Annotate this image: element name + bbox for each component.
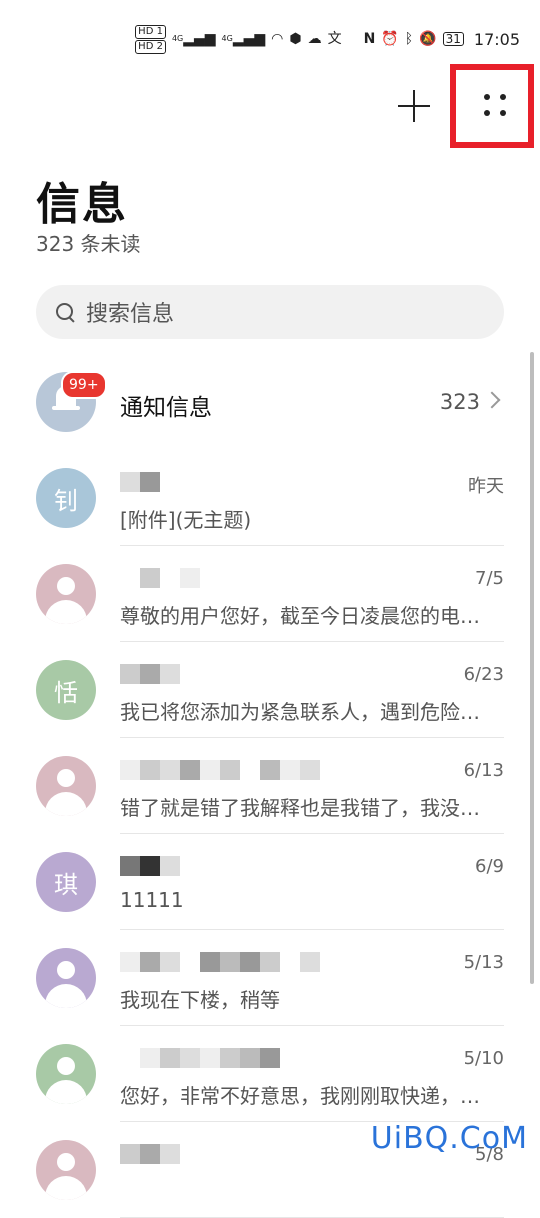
message-preview: 您好，非常不好意思，我刚刚取快递，… [120,1084,480,1108]
signal-icon: 4G ▂▄▆ [171,31,216,47]
search-placeholder: 搜索信息 [86,302,175,327]
nfc-icon: N [363,31,376,47]
unread-badge: 99+ [61,371,107,399]
message-date: 昨天 [468,476,504,497]
person-icon [36,1044,96,1104]
signal-icon-2: 4G ▂▄▆ [221,31,266,47]
watermark: UiBQ.CoM [370,1121,528,1156]
search-bar[interactable]: 搜索信息 [36,285,504,339]
notification-title: 通知信息 [120,395,212,421]
unread-count: 323 条未读 [36,232,141,256]
page-title: 信息 [36,179,128,230]
person-icon [36,756,96,816]
conversation-row[interactable]: 5/13 我现在下楼，稍等 [0,930,540,1026]
avatar-initial: 琪 [54,870,78,899]
conversation-row[interactable]: 7/5 尊敬的用户您好，截至今日凌晨您的电… [0,546,540,642]
hd-icon: HD 1 HD 2 [135,24,166,54]
sender-name-redacted [120,1040,280,1076]
message-date: 6/13 [463,760,504,781]
person-icon [36,948,96,1008]
alarm-icon: ⏰ [381,31,399,47]
conversation-row[interactable]: 钊 昨天 [附件](无主题) [0,450,540,546]
conversation-row[interactable]: 6/13 错了就是错了我解释也是我错了，我没… [0,738,540,834]
sender-name-redacted [120,560,200,596]
conversation-row[interactable]: 琪 6/9 11111 [0,834,540,930]
contact-avatar: 琪 [36,852,96,912]
cloud-icon: ☁ [307,31,322,47]
net1-label: 4G [171,34,184,43]
message-preview: 11111 [120,888,184,912]
sender-name-redacted [120,752,320,788]
hotspot-icon: ⬢ [289,31,302,47]
top-toolbar [0,64,540,154]
person-icon [36,1140,96,1200]
contact-avatar: 钊 [36,468,96,528]
net2-label: 4G [221,34,233,43]
status-time: 17:05 [473,29,520,49]
message-preview: 我现在下楼，稍等 [120,988,280,1012]
notification-messages-row[interactable]: 99+ 通知信息 323 [0,352,540,452]
hd1-label: HD 1 [135,24,166,39]
message-preview: [附件](无主题) [120,508,252,532]
battery-icon: 31 [442,32,464,46]
message-date: 7/5 [475,568,504,589]
message-date: 5/13 [463,952,504,973]
sender-name-redacted [120,656,180,692]
message-date: 6/9 [475,856,504,877]
new-message-button[interactable] [394,86,434,126]
sender-name-redacted [120,944,320,980]
wifi-icon: ◠ [271,31,284,47]
input-language-icon: 文 [327,31,342,47]
sender-name-redacted [120,464,160,500]
more-dot [484,110,490,116]
message-date: 5/10 [463,1048,504,1069]
contact-avatar: 恬 [36,660,96,720]
sender-name-redacted [120,1136,180,1172]
more-dot [500,110,506,116]
hd2-label: HD 2 [135,39,166,54]
conversation-row[interactable]: 恬 6/23 我已将您添加为紧急联系人，遇到危险… [0,642,540,738]
person-icon [36,564,96,624]
notification-count: 323 [439,390,480,414]
message-date: 6/23 [463,664,504,685]
mute-icon: 🔕 [419,31,437,47]
search-icon [56,303,75,323]
conversation-row[interactable]: 5/10 您好，非常不好意思，我刚刚取快递，… [0,1026,540,1122]
more-options-button[interactable] [450,64,534,148]
avatar-initial: 恬 [54,678,78,707]
message-preview: 尊敬的用户您好，截至今日凌晨您的电… [120,604,480,628]
sender-name-redacted [120,848,180,884]
bluetooth-icon: ᛒ [404,31,414,47]
more-dot [484,94,490,100]
chevron-right-icon [483,391,501,409]
message-preview: 错了就是错了我解释也是我错了，我没… [120,796,480,820]
more-dot [500,94,506,100]
status-bar: HD 1 HD 2 4G ▂▄▆ 4G ▂▄▆ ◠ ⬢ ☁ 文 N ⏰ ᛒ 🔕 31… [135,24,520,54]
message-preview: 我已将您添加为紧急联系人，遇到危险… [120,700,480,724]
avatar-initial: 钊 [54,486,78,515]
